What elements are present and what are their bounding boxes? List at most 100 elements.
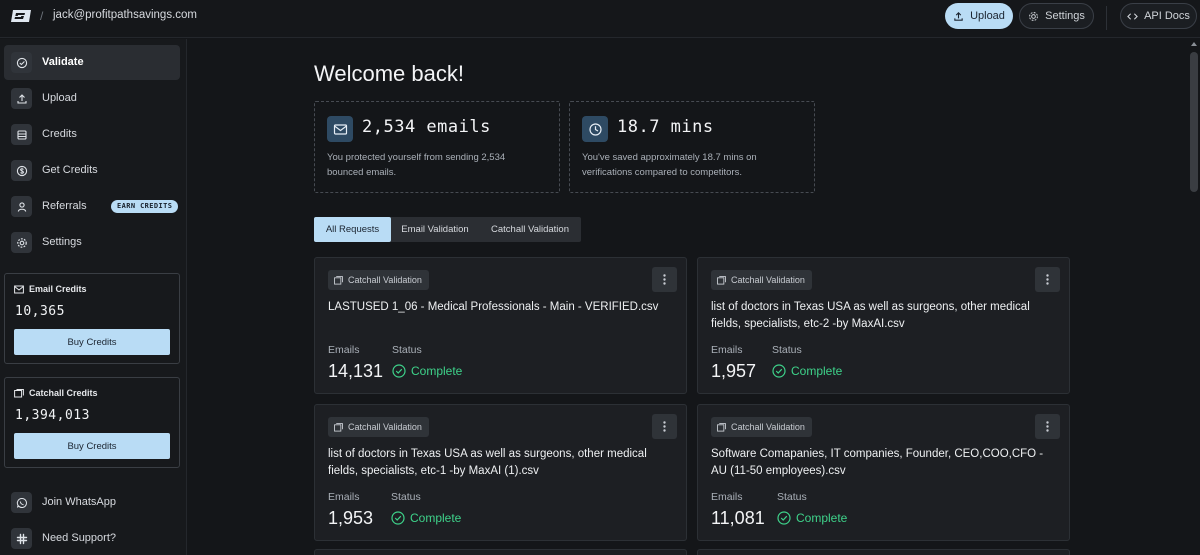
upload-icon [954, 11, 963, 21]
sidebar-item-label: Credits [42, 128, 77, 140]
request-card[interactable] [697, 549, 1070, 555]
stat-value: 2,534 emails [362, 117, 491, 137]
request-type-badge: Catchall Validation [711, 417, 812, 437]
request-card[interactable]: Catchall Validation LASTUSED 1_06 - Medi… [314, 257, 687, 394]
status-label: Status [392, 344, 422, 356]
code-icon [1127, 12, 1138, 20]
check-circle-icon [391, 511, 405, 525]
catchall-credits-header: Catchall Credits [14, 388, 98, 398]
request-type-label: Catchall Validation [348, 422, 422, 432]
status-text: Complete [791, 364, 843, 378]
envelope-icon [327, 116, 353, 142]
request-file-name: list of doctors in Texas USA as well as … [711, 301, 1030, 330]
page-title: Welcome back! [314, 61, 464, 86]
sidebar-item-settings[interactable]: Settings [4, 225, 180, 260]
emails-count: 14,131 [328, 361, 384, 381]
status-badge: Complete [772, 364, 842, 378]
buy-email-credits-button[interactable]: Buy Credits [14, 329, 170, 355]
settings-button-label: Settings [1045, 10, 1085, 22]
request-type-label: Catchall Validation [731, 422, 805, 432]
more-vertical-icon [663, 421, 666, 432]
top-bar: / jack@profitpathsavings.com Upload Sett… [0, 0, 1200, 38]
sidebar-item-label: Get Credits [42, 164, 98, 176]
sidebar-item-label: Join WhatsApp [42, 496, 116, 508]
upload-icon [11, 88, 32, 109]
breadcrumb-separator: / [40, 9, 44, 23]
scroll-up-icon[interactable] [1191, 42, 1197, 46]
check-circle-icon [777, 511, 791, 525]
stat-description: You protected yourself from sending 2,53… [327, 152, 506, 178]
emails-label: Emails [711, 344, 743, 356]
scrollbar-thumb[interactable] [1190, 52, 1198, 192]
catchall-icon [717, 422, 726, 432]
request-card[interactable]: Catchall Validation list of doctors in T… [697, 257, 1070, 394]
clock-icon [582, 116, 608, 142]
emails-count: 11,081 [711, 508, 765, 528]
card-menu-button[interactable] [1035, 267, 1060, 292]
earn-credits-badge: EARN CREDITS [111, 200, 179, 213]
email-credits-value: 10,365 [15, 304, 65, 319]
request-card[interactable] [314, 549, 687, 555]
whatsapp-icon [11, 492, 32, 513]
status-label: Status [777, 491, 807, 503]
sidebar-item-validate[interactable]: Validate [4, 45, 180, 80]
join-whatsapp-link[interactable]: Join WhatsApp [4, 485, 180, 520]
sidebar-item-upload[interactable]: Upload [4, 81, 180, 116]
sidebar-item-label: Upload [42, 92, 77, 104]
request-type-badge: Catchall Validation [711, 270, 812, 290]
status-text: Complete [411, 364, 463, 378]
sidebar-item-label: Validate [42, 56, 84, 68]
upload-button[interactable]: Upload [945, 3, 1013, 29]
sidebar-item-get-credits[interactable]: Get Credits [4, 153, 180, 188]
catchall-credits-panel: Catchall Credits 1,394,013 Buy Credits [4, 377, 180, 468]
request-type-label: Catchall Validation [348, 275, 422, 285]
card-menu-button[interactable] [1035, 414, 1060, 439]
emails-count: 1,957 [711, 361, 757, 381]
api-docs-button-label: API Docs [1144, 10, 1190, 22]
tab-catchall-validation[interactable]: Catchall Validation [479, 217, 581, 242]
more-vertical-icon [1046, 274, 1049, 285]
account-email[interactable]: jack@profitpathsavings.com [53, 9, 197, 21]
status-text: Complete [410, 511, 462, 525]
tab-email-validation[interactable]: Email Validation [391, 217, 479, 242]
status-badge: Complete [777, 511, 847, 525]
logo-icon[interactable] [10, 9, 32, 23]
emails-label: Emails [328, 491, 360, 503]
gear-icon [11, 232, 32, 253]
tab-all-requests[interactable]: All Requests [314, 217, 391, 242]
slack-icon [11, 528, 32, 549]
sidebar-item-label: Need Support? [42, 532, 116, 544]
settings-button[interactable]: Settings [1019, 3, 1094, 29]
status-text: Complete [796, 511, 848, 525]
status-label: Status [772, 344, 802, 356]
card-menu-button[interactable] [652, 267, 677, 292]
need-support-link[interactable]: Need Support? [4, 521, 180, 555]
email-credits-title: Email Credits [29, 284, 87, 294]
buy-catchall-credits-button[interactable]: Buy Credits [14, 433, 170, 459]
check-circle-icon [392, 364, 406, 378]
request-file-name: list of doctors in Texas USA as well as … [328, 448, 647, 477]
emails-protected-stat: 2,534 emails You protected yourself from… [314, 101, 560, 193]
status-badge: Complete [391, 511, 461, 525]
main-scrollbar[interactable] [1190, 40, 1198, 555]
check-circle-icon [772, 364, 786, 378]
header-divider [1106, 6, 1107, 30]
more-vertical-icon [1046, 421, 1049, 432]
api-docs-button[interactable]: API Docs [1120, 3, 1197, 29]
sidebar-item-credits[interactable]: Credits [4, 117, 180, 152]
catchall-icon [334, 275, 343, 285]
catchall-icon [14, 388, 24, 397]
catchall-icon [717, 275, 726, 285]
time-saved-stat: 18.7 mins You've saved approximately 18.… [569, 101, 815, 193]
request-tabs: All Requests Email Validation Catchall V… [314, 217, 581, 242]
email-credits-panel: Email Credits 10,365 Buy Credits [4, 273, 180, 364]
upload-button-label: Upload [970, 10, 1005, 22]
dollar-coin-icon [11, 160, 32, 181]
sidebar-item-referrals[interactable]: Referrals EARN CREDITS [4, 189, 180, 224]
card-menu-button[interactable] [652, 414, 677, 439]
request-card[interactable]: Catchall Validation Software Comapanies,… [697, 404, 1070, 541]
check-circle-icon [11, 52, 32, 73]
request-file-name: Software Comapanies, IT companies, Found… [711, 448, 1044, 477]
request-card[interactable]: Catchall Validation list of doctors in T… [314, 404, 687, 541]
emails-label: Emails [328, 344, 360, 356]
